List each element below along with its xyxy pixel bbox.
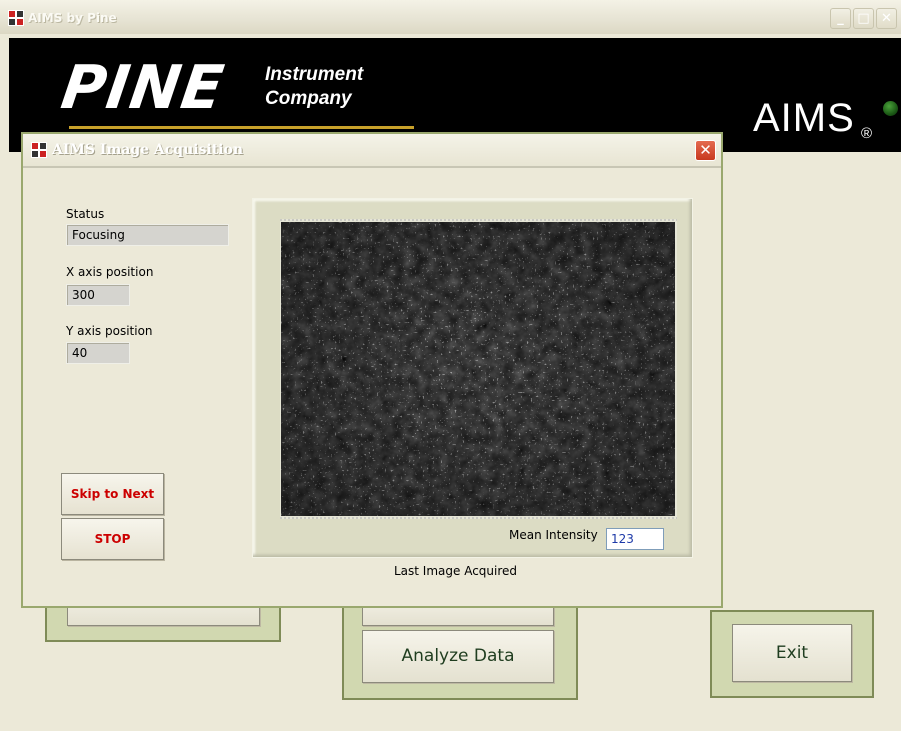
image-border-bottom	[280, 517, 677, 519]
image-border-top	[280, 219, 677, 221]
skip-to-next-button[interactable]: Skip to Next	[61, 473, 164, 515]
minimize-button[interactable]: _	[830, 8, 851, 29]
y-axis-label: Y axis position	[66, 324, 153, 338]
x-axis-label: X axis position	[66, 265, 154, 279]
dialog-title-divider	[23, 166, 721, 168]
minimize-icon: _	[837, 11, 844, 26]
dialog-titlebar[interactable]: AIMS Image Acquisition ✕	[23, 134, 721, 166]
exit-label: Exit	[775, 643, 809, 663]
mean-intensity-field: 123	[606, 528, 664, 550]
app-icon	[31, 142, 47, 158]
stop-button[interactable]: STOP	[61, 518, 164, 560]
close-button[interactable]: ✕	[876, 8, 897, 29]
status-label: Status	[66, 207, 105, 221]
status-led-icon	[883, 101, 898, 116]
close-icon: ✕	[881, 11, 892, 26]
image-caption: Last Image Acquired	[394, 564, 518, 578]
image-shell	[280, 219, 677, 519]
analyze-data-label: Analyze Data	[401, 646, 515, 666]
aims-logo: AIMS	[753, 96, 855, 140]
image-frame	[252, 198, 693, 558]
main-window-title: AIMS by Pine	[28, 11, 117, 25]
maximize-icon: □	[857, 11, 870, 26]
dialog-close-button[interactable]: ✕	[695, 140, 716, 161]
mean-intensity-label: Mean Intensity	[509, 528, 598, 542]
registered-mark: ®	[861, 125, 873, 142]
acquired-image	[281, 222, 675, 516]
analyze-data-button[interactable]: Analyze Data	[362, 630, 554, 683]
logo-underline	[69, 126, 414, 129]
y-axis-field: 40	[66, 342, 130, 364]
brand-line-1: Instrument	[265, 64, 364, 85]
close-icon: ✕	[699, 141, 712, 159]
pine-logo: PINE	[57, 53, 229, 123]
x-axis-field: 300	[66, 284, 130, 306]
main-window: AIMS by Pine _ □ ✕ PINE Instrument Compa…	[0, 0, 901, 731]
dialog-title: AIMS Image Acquisition	[52, 142, 244, 158]
brand-line-2: Company	[265, 88, 352, 109]
exit-button[interactable]: Exit	[732, 624, 852, 682]
status-field: Focusing	[66, 224, 229, 246]
image-acquisition-dialog: AIMS Image Acquisition ✕ Status Focusing…	[21, 132, 723, 608]
maximize-button[interactable]: □	[853, 8, 874, 29]
app-icon	[8, 10, 24, 26]
exit-button-panel: Exit	[710, 610, 874, 698]
main-titlebar[interactable]: AIMS by Pine _ □ ✕	[0, 0, 901, 34]
